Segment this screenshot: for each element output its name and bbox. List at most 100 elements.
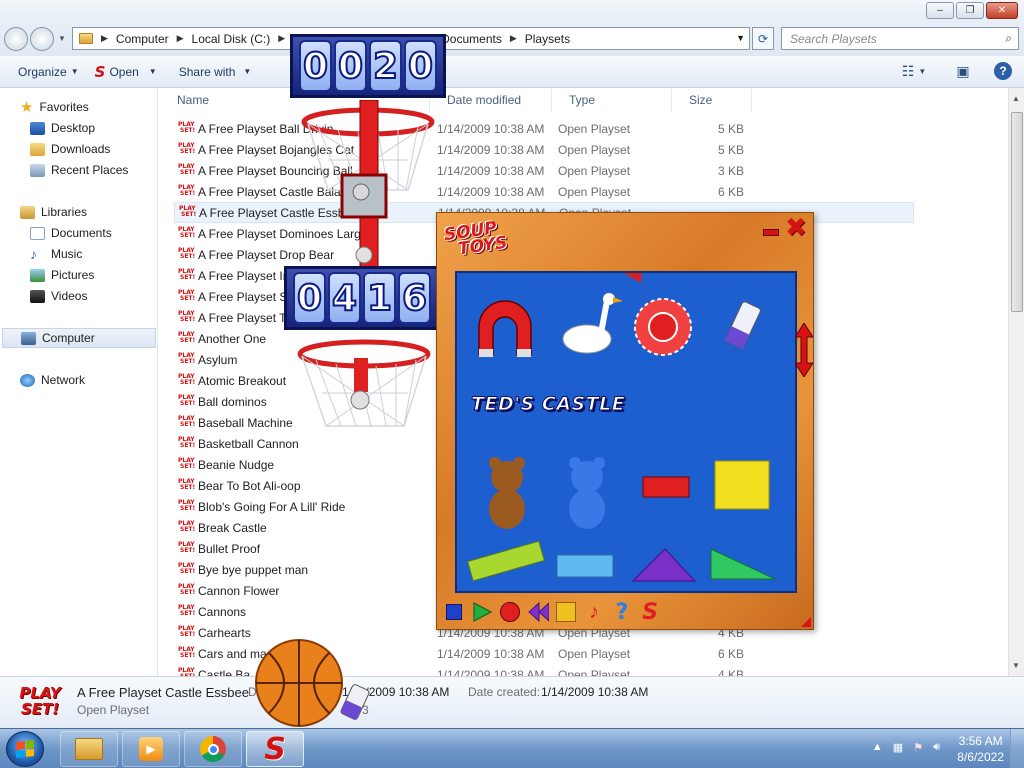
nav-pictures[interactable]: Pictures (30, 265, 94, 285)
help-button[interactable]: ? (992, 60, 1014, 82)
recent-places-icon (30, 163, 45, 177)
gear-part[interactable] (634, 298, 692, 356)
window-controls: – ❐ ✕ (926, 2, 1018, 19)
scroll-down-icon[interactable]: ▼ (1012, 661, 1020, 670)
green-triangle-part[interactable] (710, 548, 776, 580)
taskbar-explorer[interactable] (60, 731, 118, 767)
column-header-size[interactable]: Size (672, 88, 752, 112)
clock[interactable]: 3:56 AM 8/6/2022 (957, 733, 1004, 765)
file-date: 1/14/2009 10:38 AM (437, 121, 545, 136)
show-desktop-button[interactable] (1010, 729, 1024, 768)
nav-desktop[interactable]: Desktop (30, 118, 95, 138)
playset-file-icon: PLAY SET! (178, 456, 196, 470)
chevron-right-icon[interactable]: ▶ (510, 33, 517, 44)
basketball[interactable] (254, 638, 344, 728)
file-name: Bye bye puppet man (198, 562, 309, 577)
taskbar-soup-toys[interactable]: S (246, 731, 304, 767)
change-view-button[interactable]: ☷ ▼ (894, 60, 934, 82)
vertical-scrollbar[interactable]: ▲ ▼ (1008, 88, 1024, 676)
play-icon[interactable] (471, 601, 493, 623)
column-header-type[interactable]: Type (552, 88, 672, 112)
blue-tool-icon[interactable] (443, 601, 465, 623)
refresh-button[interactable]: ⟳ (752, 27, 774, 50)
organize-button[interactable]: Organize ▼ (10, 60, 87, 84)
nav-libraries[interactable]: Libraries (20, 202, 87, 222)
scrollbar-thumb[interactable] (1011, 112, 1023, 312)
file-row[interactable]: PLAY SET! A Free Playset Bojangles Cat 1/14… (174, 139, 914, 160)
green-plank-part[interactable] (467, 540, 545, 582)
back-button[interactable] (4, 27, 28, 51)
eraser-part[interactable] (725, 301, 762, 349)
nav-videos[interactable]: Videos (30, 286, 87, 306)
column-header-date[interactable]: Date modified (430, 88, 552, 112)
start-button[interactable] (6, 731, 44, 767)
taskbar-chrome[interactable] (184, 731, 242, 767)
details-pane: PLAY SET! A Free Playset Castle Essbee O… (0, 676, 1024, 728)
nav-downloads[interactable]: Downloads (30, 139, 110, 159)
rewind-icon[interactable] (527, 601, 549, 623)
network-tray-icon[interactable]: ▦ (893, 741, 903, 754)
help-question-icon[interactable]: ? (611, 600, 633, 625)
parts-window-close[interactable]: ✖ (785, 215, 809, 241)
breadcrumb-local-disk[interactable]: Local Disk (C:) (192, 32, 271, 46)
recent-pages-dropdown-icon[interactable]: ▼ (58, 34, 66, 43)
taskbar-media-player[interactable]: ▶ (122, 731, 180, 767)
scroll-up-icon[interactable]: ▲ (1012, 94, 1020, 103)
nav-computer[interactable]: Computer (2, 328, 156, 348)
eraser-object[interactable] (338, 678, 378, 724)
nav-network-label: Network (41, 373, 86, 387)
tray-expand-icon[interactable]: ▲ (872, 741, 883, 754)
parts-window-minimize[interactable] (763, 229, 779, 236)
share-with-button[interactable]: Share with ▼ (171, 60, 260, 84)
open-button[interactable]: S Open ▼ (87, 60, 165, 84)
file-row[interactable]: PLAY SET! A Free Playset Castle Balance 1/1… (174, 181, 914, 202)
blue-brick-part[interactable] (556, 554, 614, 578)
brown-bear-part[interactable] (489, 457, 525, 529)
preview-pane-button[interactable]: ▣ (952, 60, 974, 82)
magnet-part[interactable] (478, 300, 532, 357)
taskbar: ▶ S ▲ ▦ ⚑ 🔊︎ 3:56 AM 8/6/2022 (0, 728, 1024, 768)
minimize-button[interactable]: – (926, 2, 954, 19)
music-note-icon[interactable]: ♪ (583, 601, 605, 623)
search-input[interactable]: Search Playsets ⌕ (781, 27, 1019, 50)
partial-part[interactable] (617, 273, 643, 283)
playset-file-icon: PLAY SET! (178, 519, 196, 533)
breadcrumb-computer[interactable]: Computer (116, 32, 169, 46)
nav-music[interactable]: ♪ Music (30, 244, 82, 264)
action-center-icon[interactable]: ⚑ (913, 741, 923, 754)
help-icon: ? (994, 62, 1012, 80)
chevron-right-icon[interactable]: ▶ (177, 33, 184, 44)
nav-music-label: Music (51, 247, 83, 261)
breadcrumb-documents[interactable]: Documents (441, 32, 502, 46)
maximize-button[interactable]: ❐ (956, 2, 984, 19)
yellow-block-part[interactable] (714, 460, 770, 510)
yellow-square-icon[interactable] (555, 601, 577, 623)
search-icon[interactable]: ⌕ (1005, 31, 1012, 46)
stop-icon[interactable] (499, 601, 521, 623)
goose-part[interactable] (562, 293, 623, 354)
chevron-right-icon[interactable]: ▶ (278, 33, 285, 44)
red-brick-part[interactable] (642, 476, 690, 498)
purple-triangle-part[interactable] (631, 548, 697, 582)
nav-favorites[interactable]: ★ Favorites (20, 97, 89, 117)
forward-button[interactable] (30, 27, 54, 51)
resize-grip[interactable] (801, 617, 811, 627)
file-row[interactable]: PLAY SET! A Free Playset Bouncing Ball 1/14… (174, 160, 914, 181)
file-name: A Free Playset Sk (198, 289, 294, 304)
nav-network[interactable]: Network (20, 370, 85, 390)
file-row[interactable]: PLAY SET! A Free Playset Ball Drivin 1/14/2… (174, 118, 914, 139)
chrome-icon (200, 736, 226, 762)
breadcrumb-playsets[interactable]: Playsets (525, 32, 570, 46)
score-digit: 0 (334, 40, 367, 92)
nav-documents[interactable]: Documents (30, 223, 112, 243)
nav-recent-places[interactable]: Recent Places (30, 160, 128, 180)
close-button[interactable]: ✕ (986, 2, 1018, 19)
chevron-right-icon[interactable]: ▶ (101, 33, 108, 44)
file-name: Cannon Flower (198, 583, 280, 598)
soup-toys-s-icon[interactable]: S (639, 600, 661, 625)
score-counter-bottom: 0 4 1 6 (284, 266, 440, 330)
palette-scroll-arrows[interactable] (795, 323, 813, 377)
volume-icon[interactable]: 🔊︎ (933, 741, 940, 754)
blue-bear-part[interactable] (569, 457, 605, 529)
address-dropdown-icon[interactable]: ▼ (736, 33, 745, 43)
